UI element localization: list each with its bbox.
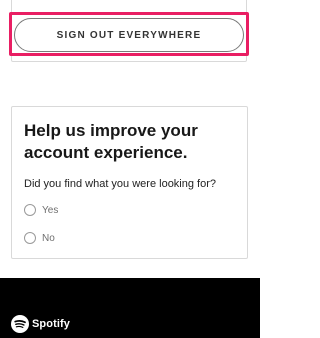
page-footer: Spotify bbox=[0, 278, 260, 338]
survey-title: Help us improve your account experience. bbox=[24, 121, 198, 162]
radio-button-yes[interactable] bbox=[24, 204, 36, 216]
survey-option-yes-label: Yes bbox=[42, 204, 59, 216]
survey-option-no[interactable]: No bbox=[24, 232, 55, 244]
radio-button-no[interactable] bbox=[24, 232, 36, 244]
survey-option-yes[interactable]: Yes bbox=[24, 204, 58, 216]
feedback-survey-card: Help us improve your account experience.… bbox=[11, 106, 248, 259]
spotify-icon bbox=[11, 315, 29, 333]
spotify-wordmark: Spotify bbox=[32, 318, 70, 330]
survey-option-no-label: No bbox=[42, 232, 55, 244]
sign-out-everywhere-button[interactable]: SIGN OUT EVERYWHERE bbox=[14, 18, 244, 52]
spotify-logo[interactable]: Spotify bbox=[11, 315, 70, 333]
survey-question: Did you find what you were looking for? bbox=[24, 178, 216, 190]
